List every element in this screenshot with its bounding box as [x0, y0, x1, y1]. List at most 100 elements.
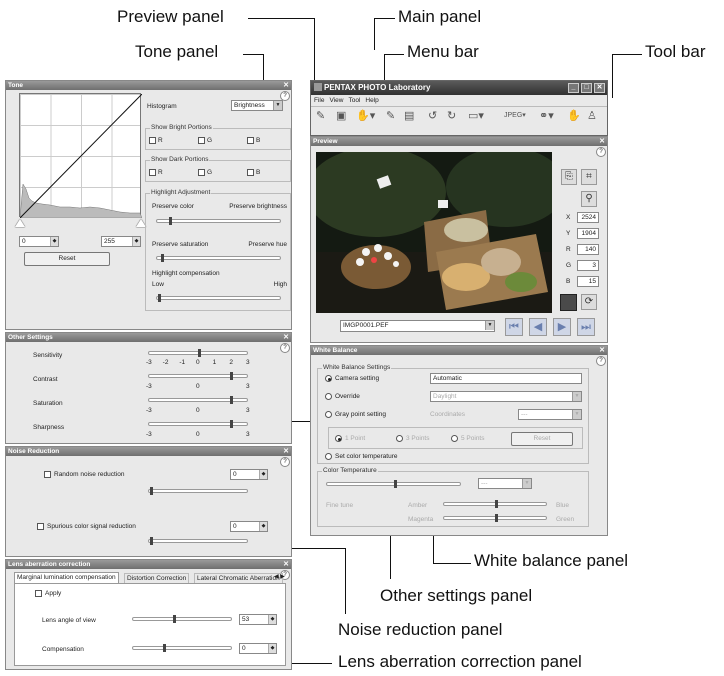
tone-curve-graph[interactable]	[19, 93, 142, 218]
slider-thumb[interactable]	[495, 500, 498, 508]
close-icon[interactable]: ✕	[283, 81, 289, 90]
tab-lateral-chromatic[interactable]: Lateral Chromatic Aberration	[194, 573, 283, 583]
color-brightness-slider[interactable]	[156, 217, 281, 225]
saturation-hue-slider[interactable]	[156, 254, 281, 262]
three-points-radio[interactable]	[396, 435, 403, 442]
one-point-radio[interactable]	[335, 435, 342, 442]
slider-thumb[interactable]	[161, 254, 164, 262]
wb-reset-button[interactable]: Reset	[511, 432, 573, 446]
close-button[interactable]: ✕	[594, 83, 605, 93]
menu-tool[interactable]: Tool	[348, 97, 360, 104]
slider-thumb[interactable]	[150, 537, 153, 545]
contrast-slider[interactable]	[148, 372, 248, 380]
compare-icon[interactable]: ▭▾	[468, 107, 484, 125]
color-temperature-slider[interactable]	[326, 480, 461, 488]
maximize-button[interactable]: □	[581, 83, 592, 93]
prev-image-button[interactable]: ◀	[529, 318, 547, 336]
slider-thumb[interactable]	[173, 615, 176, 623]
zoom-icon[interactable]: ⚲	[581, 191, 597, 207]
gray-point-radio[interactable]	[325, 411, 332, 418]
set-color-temp-radio[interactable]	[325, 453, 332, 460]
save-icon[interactable]: ▣	[336, 107, 346, 125]
slider-thumb[interactable]	[150, 487, 153, 495]
compensation-slider[interactable]	[132, 644, 232, 652]
bright-g-checkbox[interactable]	[198, 137, 205, 144]
help-icon[interactable]: ?	[596, 147, 606, 157]
tone-min-input[interactable]: 0 ◆	[19, 236, 59, 247]
black-point-handle[interactable]	[15, 219, 25, 227]
lens-angle-slider[interactable]	[132, 615, 232, 623]
tab-scroll-arrows[interactable]: ◀ ▶	[274, 573, 285, 580]
five-points-radio[interactable]	[451, 435, 458, 442]
random-noise-checkbox[interactable]	[44, 471, 51, 478]
dark-r-checkbox[interactable]	[149, 169, 156, 176]
close-icon[interactable]: ✕	[283, 560, 289, 569]
spurious-color-input[interactable]: 0 ◆	[230, 521, 268, 532]
dark-b-checkbox[interactable]	[247, 169, 254, 176]
image-icon[interactable]: ▤	[404, 107, 414, 125]
first-image-button[interactable]: ⏮	[505, 318, 523, 336]
apply-checkbox[interactable]	[35, 590, 42, 597]
slider-thumb[interactable]	[394, 480, 397, 488]
close-icon[interactable]: ✕	[283, 333, 289, 342]
menu-file[interactable]: File	[314, 97, 324, 104]
spurious-color-checkbox[interactable]	[37, 523, 44, 530]
highlight-compensation-slider[interactable]	[156, 294, 281, 302]
help-icon[interactable]: ?	[280, 457, 290, 467]
random-noise-slider[interactable]	[148, 487, 248, 495]
edit-icon[interactable]: ✎	[386, 107, 395, 125]
override-radio[interactable]	[325, 393, 332, 400]
refresh-icon[interactable]: ⟳	[581, 294, 597, 310]
tab-distortion-correction[interactable]: Distortion Correction	[124, 573, 190, 583]
sharpness-slider[interactable]	[148, 420, 248, 428]
spurious-color-slider[interactable]	[148, 537, 248, 545]
help-icon[interactable]: ?	[280, 343, 290, 353]
help-tool-icon[interactable]: ✋	[567, 107, 581, 125]
jpeg-output-icon[interactable]: JPEG▾	[504, 107, 526, 125]
preview-image[interactable]	[316, 152, 552, 313]
close-icon[interactable]: ✕	[599, 137, 605, 146]
person-icon[interactable]: ♙	[587, 107, 597, 125]
rotate-left-icon[interactable]: ↺	[428, 107, 437, 125]
help-icon[interactable]: ?	[596, 356, 606, 366]
minimize-button[interactable]: _	[568, 83, 579, 93]
slider-thumb[interactable]	[158, 294, 161, 302]
histogram-select[interactable]: Brightness ▼	[231, 100, 283, 111]
tab-marginal-lumination[interactable]: Marginal lumination compensation	[14, 572, 119, 583]
last-image-button[interactable]: ⏭	[577, 318, 595, 336]
amber-blue-slider[interactable]	[443, 500, 547, 508]
sensitivity-slider[interactable]	[148, 349, 248, 357]
menu-view[interactable]: View	[329, 97, 343, 104]
close-icon[interactable]: ✕	[283, 447, 289, 456]
slider-thumb[interactable]	[495, 514, 498, 522]
hand-tool-icon[interactable]: ✋▾	[356, 107, 375, 125]
bright-r-checkbox[interactable]	[149, 137, 156, 144]
camera-setting-radio[interactable]	[325, 375, 332, 382]
slider-thumb[interactable]	[230, 396, 233, 404]
slider-thumb[interactable]	[230, 420, 233, 428]
color-temperature-select[interactable]: --- ▼	[478, 478, 532, 489]
browse-icon[interactable]: ✎	[316, 107, 325, 125]
slider-thumb[interactable]	[230, 372, 233, 380]
next-image-button[interactable]: ▶	[553, 318, 571, 336]
tone-reset-button[interactable]: Reset	[24, 252, 110, 266]
coordinates-select[interactable]: --- ▼	[518, 409, 582, 420]
bright-b-checkbox[interactable]	[247, 137, 254, 144]
crop-icon[interactable]: ⌗	[581, 169, 597, 185]
file-select[interactable]: IMGP0001.PEF ▼	[340, 320, 495, 332]
close-icon[interactable]: ✕	[599, 346, 605, 355]
dark-g-checkbox[interactable]	[198, 169, 205, 176]
random-noise-input[interactable]: 0 ◆	[230, 469, 268, 480]
binoculars-icon[interactable]: ⚭▾	[539, 107, 554, 125]
edit-region-icon[interactable]: ⎘	[561, 169, 577, 185]
saturation-slider[interactable]	[148, 396, 248, 404]
magenta-green-slider[interactable]	[443, 514, 547, 522]
lens-angle-input[interactable]: 53 ◆	[239, 614, 277, 625]
override-select[interactable]: Daylight ▼	[430, 391, 582, 402]
rotate-right-icon[interactable]: ↻	[447, 107, 456, 125]
slider-thumb[interactable]	[198, 349, 201, 357]
tone-max-input[interactable]: 255 ◆	[101, 236, 141, 247]
slider-thumb[interactable]	[163, 644, 166, 652]
menu-help[interactable]: Help	[365, 97, 378, 104]
compensation-input[interactable]: 0 ◆	[239, 643, 277, 654]
